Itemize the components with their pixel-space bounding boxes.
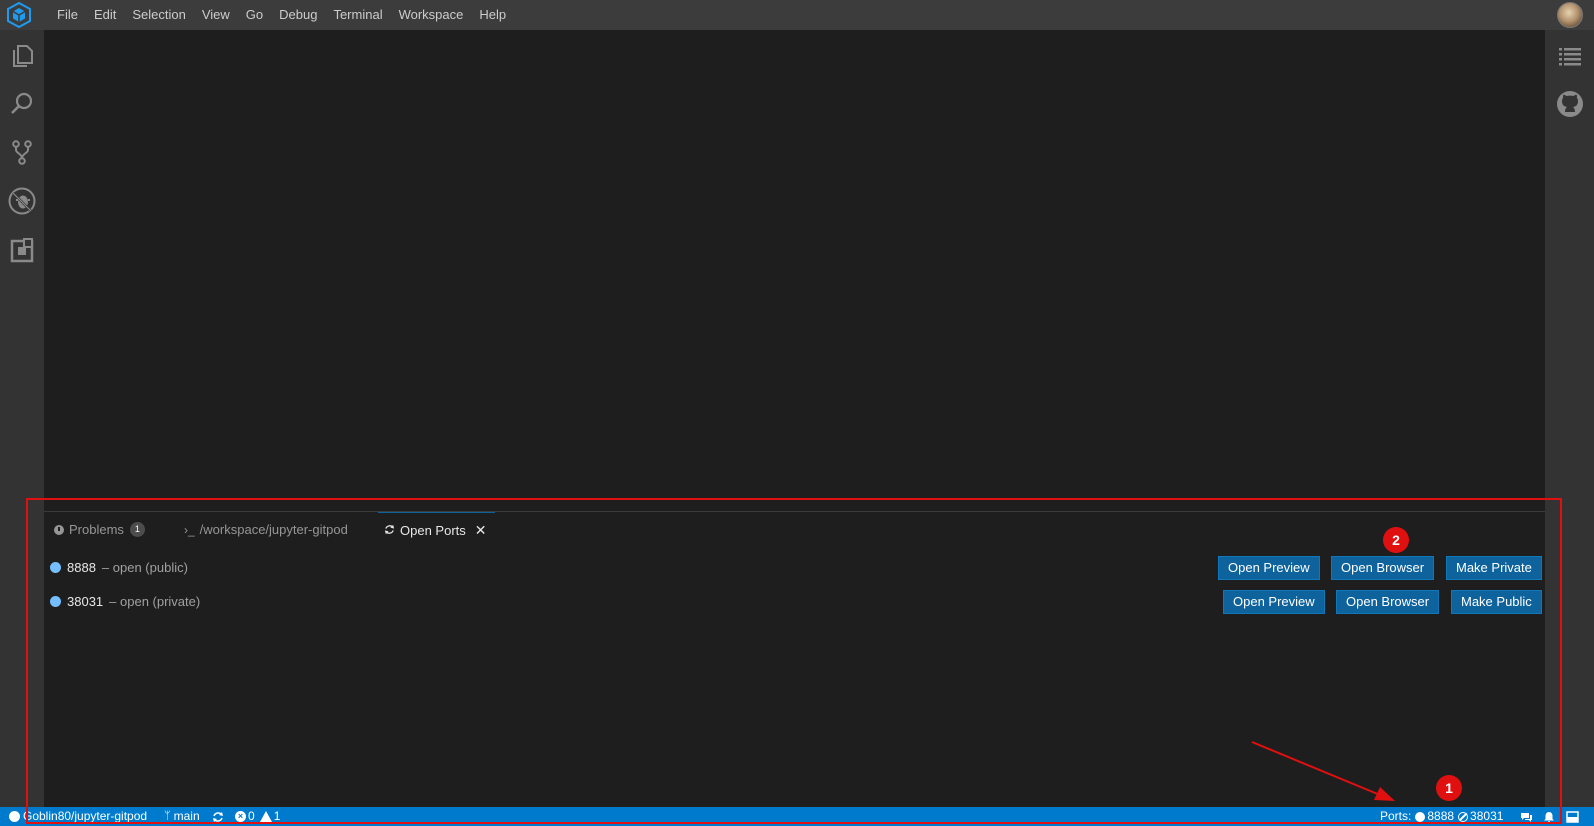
menu-workspace[interactable]: Workspace [391,0,472,30]
annotation-marker-1: 1 [1436,775,1462,801]
extensions-icon[interactable] [6,235,38,267]
git-branch-icon: ᛘ [164,810,171,822]
port-private-icon [1458,811,1469,822]
warning-count: 1 [273,809,281,823]
github-icon [9,811,20,822]
source-control-icon[interactable] [6,136,38,168]
tab-open-ports[interactable]: Open Ports ✕ [378,512,495,547]
warning-icon [259,811,272,822]
port-open-icon [1415,811,1426,822]
menu-help[interactable]: Help [471,0,514,30]
bell-icon[interactable] [1543,807,1555,826]
menu-bar: File Edit Selection View Go Debug Termin… [0,0,1594,30]
annotation-marker-2: 2 [1383,527,1409,553]
port-status: – open (private) [109,594,201,609]
editor-area[interactable] [44,30,1545,511]
info-icon [54,524,64,535]
port-number: 8888 [67,560,96,575]
repo-name: Goblin80/jupyter-gitpod [23,809,148,823]
bottom-panel: Problems 1 ›_ /workspace/jupyter-gitpod … [44,511,1545,807]
menu-go[interactable]: Go [238,0,271,30]
search-icon[interactable] [6,88,38,120]
close-tab-icon[interactable]: ✕ [475,522,487,539]
right-side-bar [1545,30,1594,807]
port-row: 8888 – open (public) Open Preview Open Br… [44,553,1545,583]
problems-status-item[interactable]: × 0 1 [235,807,280,826]
debug-icon[interactable] [6,185,38,217]
sync-icon [384,523,395,538]
port-row: 38031 – open (private) Open Preview Open … [44,587,1545,617]
port-status: – open (public) [101,560,188,575]
open-preview-button[interactable]: Open Preview [1223,590,1325,614]
branch-name: main [173,809,200,823]
make-private-button[interactable]: Make Private [1446,556,1542,580]
open-preview-button[interactable]: Open Preview [1218,556,1320,580]
error-icon: × [235,811,246,822]
port-label: 38031 – open (private) [67,594,200,609]
menu-terminal[interactable]: Terminal [325,0,390,30]
tab-problems[interactable]: Problems 1 [54,512,145,547]
github-icon[interactable] [1554,88,1586,120]
sync-icon[interactable] [212,807,224,826]
files-icon[interactable] [6,40,38,72]
menu-debug[interactable]: Debug [271,0,325,30]
port-label: 8888 – open (public) [67,560,188,575]
tab-open-ports-label: Open Ports [400,522,466,538]
user-avatar[interactable] [1557,2,1583,28]
terminal-icon: ›_ [184,522,195,537]
port-private-number: 38031 [1470,809,1504,823]
make-public-button[interactable]: Make Public [1451,590,1542,614]
menu-selection[interactable]: Selection [124,0,193,30]
feedback-icon[interactable] [1520,807,1533,826]
repo-status-item[interactable]: Goblin80/jupyter-gitpod [9,807,147,826]
toggle-panel-icon[interactable] [1566,807,1579,826]
tab-problems-label: Problems [69,522,124,537]
gitpod-logo-icon [5,1,33,29]
tab-terminal[interactable]: ›_ /workspace/jupyter-gitpod [184,512,348,547]
port-status-dot [50,562,61,573]
port-status-dot [50,596,61,607]
branch-status-item[interactable]: ᛘ main [164,807,200,826]
ports-status-item[interactable]: Ports: 8888 38031 [1380,807,1503,826]
port-number: 38031 [67,594,104,609]
ports-label: Ports: [1380,809,1412,823]
menu-view[interactable]: View [194,0,238,30]
problems-badge: 1 [129,522,145,537]
open-browser-button[interactable]: Open Browser [1331,556,1435,580]
status-bar: Goblin80/jupyter-gitpod ᛘ main × 0 1 Por… [0,807,1594,826]
menu-edit[interactable]: Edit [86,0,124,30]
open-browser-button[interactable]: Open Browser [1336,590,1440,614]
tab-terminal-label: /workspace/jupyter-gitpod [199,522,348,537]
activity-bar [0,30,44,807]
outline-list-icon[interactable] [1554,40,1586,72]
error-count: 0 [248,809,255,823]
port-public-number: 8888 [1427,809,1455,823]
panel-tabs: Problems 1 ›_ /workspace/jupyter-gitpod … [44,512,1545,547]
menu-file[interactable]: File [49,0,86,30]
